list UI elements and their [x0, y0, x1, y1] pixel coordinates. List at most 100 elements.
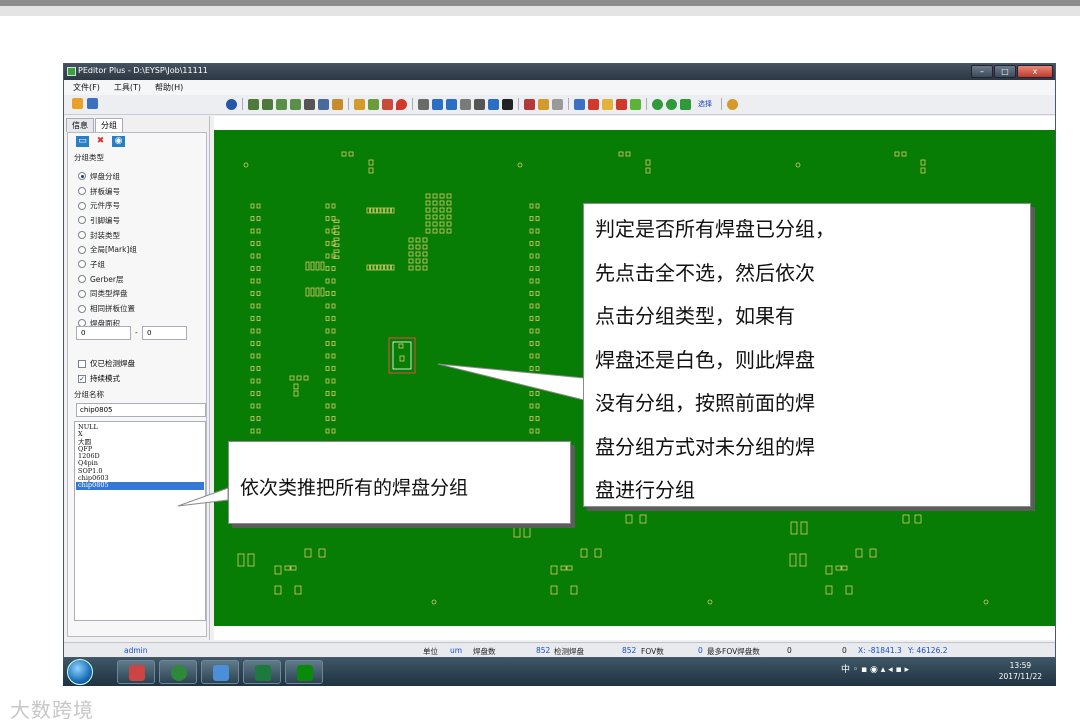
menu-file[interactable]: 文件(F)	[73, 80, 100, 95]
continuous-mode-checkbox[interactable]: ✓	[78, 374, 86, 383]
maximize-button[interactable]: □	[994, 65, 1016, 78]
open-icon[interactable]	[72, 98, 83, 109]
close-button[interactable]: x	[1017, 65, 1053, 78]
pin-3-icon[interactable]	[382, 98, 393, 110]
group-type-option[interactable]: 全局[Mark]组	[78, 242, 137, 257]
pad	[289, 375, 295, 381]
save-icon[interactable]	[87, 98, 98, 109]
pad	[256, 391, 261, 396]
group-type-option[interactable]: 相同拼板位置	[78, 301, 137, 316]
radio-button[interactable]	[78, 187, 86, 196]
grid-icon[interactable]	[474, 98, 485, 110]
taskbar-app-2[interactable]	[159, 660, 197, 684]
add-group-icon[interactable]: ▭	[76, 136, 89, 147]
image-icon[interactable]	[304, 98, 315, 110]
area-max-input[interactable]: 0	[142, 326, 187, 340]
radio-button[interactable]	[78, 304, 86, 313]
layer-icon[interactable]	[332, 98, 343, 110]
delete-icon[interactable]	[588, 98, 599, 110]
group-type-option[interactable]: 封装类型	[78, 228, 137, 243]
group-type-option[interactable]: 拼板编号	[78, 184, 137, 199]
pin-5-icon[interactable]	[432, 98, 443, 110]
minimize-button[interactable]: –	[971, 65, 993, 78]
only-detected-checkbox[interactable]	[78, 359, 86, 368]
tab-group[interactable]: 分组	[95, 118, 123, 132]
system-tray[interactable]: 中 ◦ ▪ ◉ ▴ ◂ ▪ ▸	[841, 662, 909, 675]
group-listbox[interactable]: NULL X 大圆 QFP 1206D Q4pin SOP1.0 chip0603 chip08…	[74, 421, 206, 621]
rect-select-icon[interactable]	[446, 98, 457, 110]
only-detected-toggle[interactable]: 仅已检测焊盘	[78, 358, 135, 369]
green-fill-icon[interactable]	[630, 98, 641, 110]
ime-indicator[interactable]: 中	[841, 665, 850, 675]
circle-icon[interactable]	[652, 98, 663, 110]
menu-tools[interactable]: 工具(T)	[114, 80, 141, 95]
refresh-icon[interactable]	[226, 98, 237, 110]
rotate-icon[interactable]	[290, 98, 301, 110]
mirror-icon[interactable]	[276, 98, 287, 110]
pin-6-icon[interactable]	[460, 98, 471, 110]
group-type-option[interactable]: 焊盘分组	[78, 169, 137, 184]
group-type-label: 引脚编号	[90, 215, 120, 225]
taskbar-peditor[interactable]	[285, 660, 323, 684]
angle-icon[interactable]	[538, 98, 549, 110]
pad	[366, 264, 370, 271]
circle-2-icon[interactable]	[666, 98, 677, 110]
radio-button[interactable]	[78, 275, 86, 284]
group-type-option[interactable]: 子组	[78, 257, 137, 272]
find-group-icon[interactable]: ◉	[112, 136, 125, 147]
group-name-input[interactable]: chip0805	[76, 403, 206, 417]
group-type-option[interactable]: Gerber层	[78, 272, 137, 287]
group-list-item[interactable]: 大圆	[76, 438, 204, 446]
group-list-item[interactable]: chip0805	[76, 482, 204, 490]
align-icon[interactable]	[248, 98, 259, 110]
continuous-mode-toggle[interactable]: ✓ 持续模式	[78, 373, 120, 384]
menu-help[interactable]: 帮助(H)	[155, 80, 183, 95]
tab-info[interactable]: 信息	[66, 118, 94, 132]
pad	[250, 328, 255, 334]
pin-4-icon[interactable]	[418, 98, 429, 110]
square-icon[interactable]	[680, 98, 691, 110]
pad	[387, 264, 391, 271]
area-min-input[interactable]: 0	[76, 326, 131, 340]
zoom-icon[interactable]	[727, 98, 738, 110]
taskbar-app-1[interactable]	[117, 660, 155, 684]
select-label[interactable]: 选择	[698, 99, 712, 109]
red-fill-icon[interactable]	[616, 98, 627, 110]
clock-time: 13:59	[1009, 661, 1032, 670]
group-type-option[interactable]: 同类型焊盘	[78, 287, 137, 302]
radio-button[interactable]	[78, 201, 86, 210]
taskbar-excel[interactable]	[243, 660, 281, 684]
matrix-icon[interactable]	[502, 98, 513, 110]
pad	[256, 341, 261, 346]
taskbar-app-3[interactable]	[201, 660, 239, 684]
pin-icon[interactable]	[354, 98, 365, 110]
pad	[439, 221, 445, 227]
radio-button[interactable]	[78, 260, 86, 269]
radio-button[interactable]	[78, 231, 86, 240]
radio-button[interactable]	[78, 289, 86, 298]
tools-icon[interactable]	[318, 98, 329, 110]
group-type-option[interactable]: 元件序号	[78, 198, 137, 213]
align-2-icon[interactable]	[262, 98, 273, 110]
group-type-option[interactable]: 引脚编号	[78, 213, 137, 228]
radio-button[interactable]	[78, 172, 86, 181]
delete-group-icon[interactable]: ✖	[94, 136, 107, 147]
pad	[274, 585, 282, 595]
sort-icon[interactable]	[524, 98, 535, 110]
clock[interactable]: 13:59 2017/11/22	[999, 660, 1042, 682]
pad	[535, 403, 540, 409]
start-button[interactable]	[67, 659, 93, 685]
pad	[256, 366, 261, 371]
pin-2-icon[interactable]	[368, 98, 379, 110]
radio-button[interactable]	[78, 245, 86, 254]
radio-button[interactable]	[78, 216, 86, 225]
marker-icon[interactable]	[396, 98, 407, 110]
yellow-fill-icon[interactable]	[602, 98, 613, 110]
camera-icon[interactable]	[488, 98, 499, 110]
hatch-icon[interactable]	[552, 98, 563, 110]
pad	[529, 416, 534, 421]
pad	[237, 553, 245, 567]
edit-icon[interactable]	[574, 98, 585, 110]
group-list-item[interactable]: NULL	[76, 423, 204, 431]
group-list-item[interactable]: X	[76, 430, 204, 438]
